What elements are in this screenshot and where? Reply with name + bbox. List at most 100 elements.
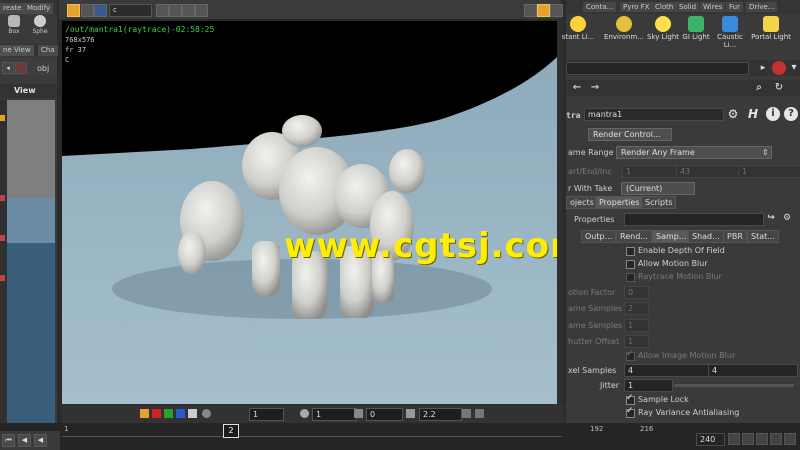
tool-portal-light[interactable]: Portal Light (751, 14, 791, 41)
inc-frame-field[interactable]: 1 (738, 165, 800, 178)
render-icon[interactable] (67, 4, 80, 17)
jitter-slider[interactable] (674, 384, 794, 387)
gain-field[interactable]: 1 (312, 408, 357, 421)
path-menu-icon[interactable]: ▾ (787, 61, 800, 75)
help-h-icon[interactable]: H (746, 107, 760, 121)
tab-cloth[interactable]: Cloth (652, 2, 677, 12)
history-icon[interactable]: ↻ (772, 81, 786, 95)
tab-scene-view[interactable]: ne View (0, 45, 34, 56)
tool-environment-light[interactable]: Environm... (604, 14, 644, 41)
tab-create[interactable]: reate (0, 3, 25, 14)
subtab-shading[interactable]: Shad... (688, 230, 724, 243)
camera-select[interactable]: c (109, 4, 152, 17)
subtab-pbr[interactable]: PBR (723, 230, 747, 243)
offset-field[interactable]: 0 (366, 408, 403, 421)
start-frame-field[interactable]: 1 (622, 165, 677, 178)
pin-icon[interactable]: ▸ (756, 61, 770, 75)
render-control-button[interactable]: Render Control... (588, 128, 672, 141)
settings-icon[interactable] (756, 433, 768, 445)
realtime-icon[interactable] (784, 433, 796, 445)
tab-channels[interactable]: Cha (38, 45, 58, 56)
current-frame-marker[interactable]: 2 (223, 424, 239, 438)
red-channel-icon[interactable] (152, 409, 161, 418)
exposure-field[interactable]: 1 (249, 408, 284, 421)
pose-tool-icon[interactable] (0, 235, 5, 241)
motion-blur-checkbox[interactable] (626, 260, 635, 269)
tab-pyro-fx[interactable]: Pyro FX (620, 2, 653, 12)
lut-icon[interactable] (462, 409, 471, 418)
back-icon[interactable]: ◂ (2, 62, 14, 74)
geo-samples-field[interactable]: 1 (624, 319, 649, 332)
tab-drive[interactable]: Drive... (746, 2, 778, 12)
end-frame-timeline-field[interactable]: 240 (696, 433, 725, 446)
ray-variance-checkbox[interactable] (626, 406, 635, 418)
timeline[interactable] (0, 423, 568, 450)
pixel-samples-y-field[interactable]: 4 (708, 364, 798, 377)
zoom-in-icon[interactable] (156, 4, 169, 17)
region-icon[interactable] (524, 4, 537, 17)
camera-icon[interactable] (94, 4, 107, 17)
frame-range-select[interactable]: Render Any Frame (616, 146, 772, 159)
green-channel-icon[interactable] (164, 409, 173, 418)
step-back-icon[interactable]: ◀ (18, 434, 31, 447)
motion-factor-field[interactable]: 0 (624, 286, 649, 299)
end-frame-field[interactable]: 43 (676, 165, 739, 178)
param-path-field[interactable] (566, 62, 749, 75)
network-icon[interactable] (15, 62, 27, 74)
arrow-icon[interactable]: ↪ (764, 211, 778, 225)
xform-samples-field[interactable]: 2 (624, 302, 649, 315)
tool-caustic-light[interactable]: Caustic Li... (710, 14, 750, 49)
tab-properties[interactable]: Properties (595, 196, 644, 209)
pixel-samples-x-field[interactable]: 4 (624, 364, 709, 377)
forward-arrow-icon[interactable]: → (588, 81, 602, 95)
raytrace-mb-checkbox[interactable] (626, 273, 635, 282)
play-reverse-icon[interactable]: ◀ (34, 434, 47, 447)
tab-wires[interactable]: Wires (700, 2, 726, 12)
audio-icon[interactable] (742, 433, 754, 445)
view-tool-icon[interactable] (0, 275, 5, 281)
sample-lock-checkbox[interactable] (626, 393, 635, 405)
tab-objects[interactable]: ojects (566, 196, 598, 209)
handle-tool-icon[interactable] (0, 195, 5, 201)
subtab-output[interactable]: Outp... (581, 230, 617, 243)
key-icon[interactable] (728, 433, 740, 445)
tab-fur[interactable]: Fur (726, 2, 743, 12)
gear-icon[interactable]: ⚙ (726, 107, 740, 121)
alpha-channel-icon[interactable] (188, 409, 197, 418)
frame-range-dropdown-icon[interactable]: ⇕ (762, 148, 769, 157)
tab-scripts[interactable]: Scripts (641, 196, 677, 209)
select-tool-icon[interactable] (0, 115, 5, 121)
subtab-sampling[interactable]: Samp... (652, 230, 691, 243)
subtab-render[interactable]: Rend... (616, 230, 652, 243)
lock-icon[interactable] (770, 433, 782, 445)
blue-channel-icon[interactable] (176, 409, 185, 418)
back-arrow-icon[interactable]: ← (570, 81, 584, 95)
properties-gear-icon[interactable]: ⚙ (780, 211, 794, 225)
help-question-icon[interactable]: ? (784, 107, 798, 121)
frame-icon[interactable] (182, 4, 195, 17)
network-type-icon[interactable] (772, 61, 786, 75)
pan-icon[interactable] (195, 4, 208, 17)
color-channel-icon[interactable] (140, 409, 149, 418)
image-mb-checkbox[interactable] (626, 349, 635, 361)
info-icon[interactable]: i (766, 107, 780, 121)
tool-sphere[interactable]: Sphe (28, 15, 52, 35)
properties-field[interactable] (624, 213, 764, 226)
layout-icon[interactable] (537, 4, 550, 17)
node-name-field[interactable]: mantra1 (584, 108, 724, 121)
zoom-icon[interactable]: ⌕ (752, 81, 766, 95)
gamma-field[interactable]: 2.2 (419, 408, 462, 421)
tab-contacts[interactable]: Conta... (583, 2, 617, 12)
dof-checkbox[interactable] (626, 247, 635, 256)
zoom-out-icon[interactable] (169, 4, 182, 17)
tool-box[interactable]: Box (2, 15, 26, 35)
shutter-offset-field[interactable]: 1 (624, 335, 649, 348)
render-viewport[interactable]: /out/mantra1(raytrace)-02:58:25 768x576 … (62, 21, 557, 404)
jitter-field[interactable]: 1 (624, 379, 673, 392)
go-start-icon[interactable]: ⏮ (2, 434, 15, 447)
compare-icon[interactable] (475, 409, 484, 418)
snapshot-icon[interactable] (81, 4, 94, 17)
subtab-statistics[interactable]: Stat... (747, 230, 779, 243)
tab-modify[interactable]: Modify (24, 3, 54, 14)
render-with-take-select[interactable]: (Current) (621, 182, 695, 195)
